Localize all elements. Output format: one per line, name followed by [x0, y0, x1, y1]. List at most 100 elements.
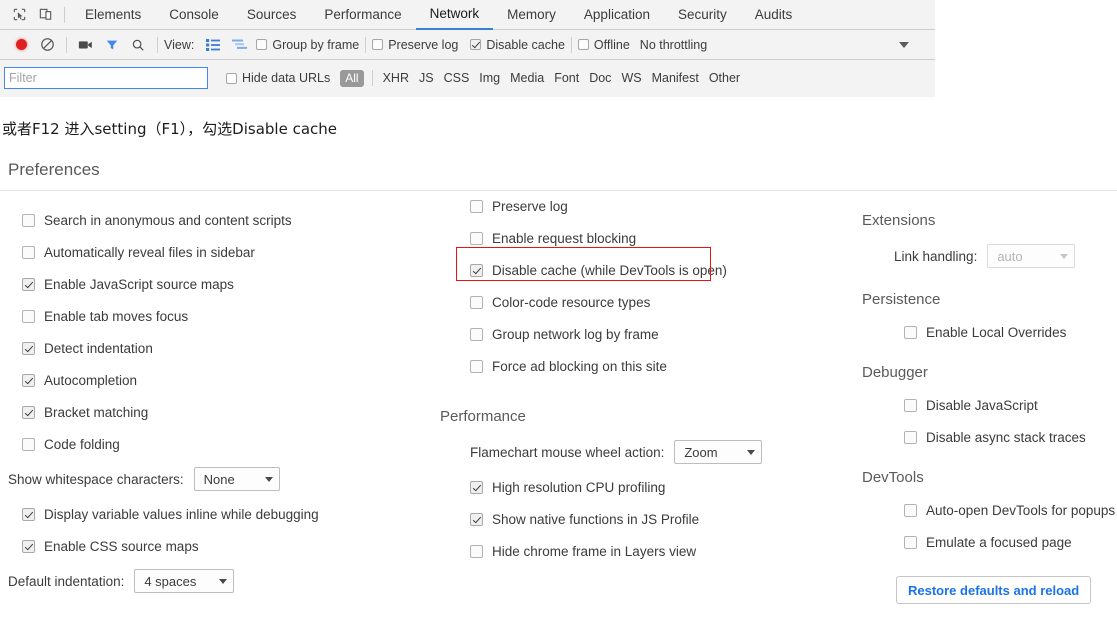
link-handling-select[interactable]: auto	[987, 244, 1076, 268]
restore-defaults-button[interactable]: Restore defaults and reload	[896, 576, 1092, 604]
checkbox[interactable]	[22, 373, 35, 387]
offline-box[interactable]	[577, 39, 589, 50]
hide-data-urls-box[interactable]	[226, 72, 237, 84]
disable-cache-box[interactable]	[470, 39, 482, 50]
type-filter-font[interactable]: Font	[554, 71, 579, 85]
pref-force-ad-blocking[interactable]: Force ad blocking on this site	[470, 350, 840, 382]
checkbox[interactable]	[470, 199, 483, 213]
checkbox[interactable]	[904, 325, 917, 339]
checkbox[interactable]	[904, 535, 917, 549]
checkbox[interactable]	[470, 480, 483, 494]
pref-hide-chrome-frame-layers[interactable]: Hide chrome frame in Layers view	[470, 535, 840, 567]
tab-network[interactable]: Network	[415, 0, 494, 30]
device-toolbar-icon[interactable]	[32, 2, 58, 28]
pref-display-variable-values[interactable]: Display variable values inline while deb…	[22, 498, 422, 530]
inspect-element-icon[interactable]	[6, 2, 32, 28]
whitespace-select[interactable]: None	[193, 467, 280, 491]
section-title-persistence: Persistence	[862, 291, 941, 308]
group-by-frame-box[interactable]	[256, 39, 268, 50]
chevron-down-icon[interactable]	[891, 32, 917, 58]
search-icon[interactable]	[125, 32, 151, 58]
checkbox[interactable]	[22, 309, 35, 323]
type-filter-ws[interactable]: WS	[621, 71, 641, 85]
tab-performance[interactable]: Performance	[310, 0, 415, 30]
type-filter-img[interactable]: Img	[479, 71, 500, 85]
checkbox[interactable]	[22, 437, 35, 451]
pref-enable-local-overrides[interactable]: Enable Local Overrides	[904, 316, 1117, 348]
checkbox[interactable]	[470, 327, 483, 341]
checkbox[interactable]	[470, 231, 483, 245]
tab-console[interactable]: Console	[155, 0, 233, 30]
pref-show-native-functions[interactable]: Show native functions in JS Profile	[470, 503, 840, 535]
indentation-select[interactable]: 4 spaces	[134, 569, 235, 593]
offline-checkbox[interactable]: Offline	[577, 38, 630, 52]
label: Force ad blocking on this site	[492, 358, 667, 374]
clear-no-entry-icon[interactable]	[34, 32, 60, 58]
pref-autocompletion[interactable]: Autocompletion	[22, 364, 422, 396]
type-filter-manifest[interactable]: Manifest	[652, 71, 699, 85]
filter-input[interactable]	[4, 67, 208, 89]
list-view-icon[interactable]	[200, 32, 226, 58]
flamechart-select[interactable]: Zoom	[674, 440, 763, 464]
waterfall-view-icon[interactable]	[226, 32, 252, 58]
camera-icon[interactable]	[73, 32, 99, 58]
tab-memory[interactable]: Memory	[493, 0, 570, 30]
record-dot-icon[interactable]	[8, 32, 34, 58]
pref-disable-cache[interactable]: Disable cache (while DevTools is open)	[470, 254, 840, 286]
type-filter-media[interactable]: Media	[510, 71, 544, 85]
pref-tab-moves-focus[interactable]: Enable tab moves focus	[22, 300, 422, 332]
checkbox[interactable]	[22, 539, 35, 553]
hide-data-urls-checkbox[interactable]: Hide data URLs	[226, 71, 330, 85]
checkbox[interactable]	[470, 295, 483, 309]
pref-emulate-focused-page[interactable]: Emulate a focused page	[904, 526, 1117, 558]
group-by-frame-checkbox[interactable]: Group by frame	[256, 38, 359, 52]
checkbox[interactable]	[22, 213, 35, 227]
pref-detect-indentation[interactable]: Detect indentation	[22, 332, 422, 364]
pref-disable-javascript[interactable]: Disable JavaScript	[904, 389, 1117, 421]
type-filter-xhr[interactable]: XHR	[383, 71, 409, 85]
section-title-devtools: DevTools	[862, 469, 924, 486]
pref-code-folding[interactable]: Code folding	[22, 428, 422, 460]
checkbox[interactable]	[22, 405, 35, 419]
checkbox[interactable]	[470, 544, 483, 558]
pref-auto-open-devtools-popups[interactable]: Auto-open DevTools for popups	[904, 494, 1117, 526]
checkbox[interactable]	[470, 359, 483, 373]
tab-application[interactable]: Application	[570, 0, 664, 30]
checkbox[interactable]	[22, 277, 35, 291]
checkbox[interactable]	[470, 263, 483, 277]
type-filter-js[interactable]: JS	[419, 71, 434, 85]
preserve-log-checkbox[interactable]: Preserve log	[372, 38, 458, 52]
funnel-icon[interactable]	[99, 32, 125, 58]
tab-elements[interactable]: Elements	[71, 0, 155, 30]
pref-high-resolution-cpu-profiling[interactable]: High resolution CPU profiling	[470, 471, 840, 503]
pref-enable-js-source-maps[interactable]: Enable JavaScript source maps	[22, 268, 422, 300]
pref-disable-async-stack-traces[interactable]: Disable async stack traces	[904, 421, 1117, 453]
preserve-log-box[interactable]	[372, 39, 384, 50]
tab-security[interactable]: Security	[664, 0, 741, 30]
pref-bracket-matching[interactable]: Bracket matching	[22, 396, 422, 428]
throttling-label[interactable]: No throttling	[640, 38, 707, 52]
control-divider-4	[570, 36, 572, 53]
pref-enable-css-source-maps[interactable]: Enable CSS source maps	[22, 530, 422, 562]
checkbox[interactable]	[22, 507, 35, 521]
checkbox[interactable]	[904, 398, 917, 412]
type-filter-doc[interactable]: Doc	[589, 71, 611, 85]
tab-audits[interactable]: Audits	[741, 0, 807, 30]
pref-enable-request-blocking[interactable]: Enable request blocking	[470, 222, 840, 254]
type-filter-other[interactable]: Other	[709, 71, 740, 85]
pref-search-anonymous-scripts[interactable]: Search in anonymous and content scripts	[22, 204, 422, 236]
disable-cache-checkbox[interactable]: Disable cache	[470, 38, 565, 52]
type-filter-css[interactable]: CSS	[444, 71, 470, 85]
checkbox[interactable]	[904, 430, 917, 444]
label: Automatically reveal files in sidebar	[44, 244, 255, 260]
checkbox[interactable]	[22, 245, 35, 259]
type-filter-all[interactable]: All	[340, 69, 364, 87]
checkbox[interactable]	[22, 341, 35, 355]
pref-auto-reveal-files[interactable]: Automatically reveal files in sidebar	[22, 236, 422, 268]
tab-sources[interactable]: Sources	[233, 0, 311, 30]
pref-color-code-resource-types[interactable]: Color-code resource types	[470, 286, 840, 318]
checkbox[interactable]	[470, 512, 483, 526]
pref-group-network-log-by-frame[interactable]: Group network log by frame	[470, 318, 840, 350]
pref-preserve-log[interactable]: Preserve log	[470, 190, 840, 222]
checkbox[interactable]	[904, 503, 917, 517]
